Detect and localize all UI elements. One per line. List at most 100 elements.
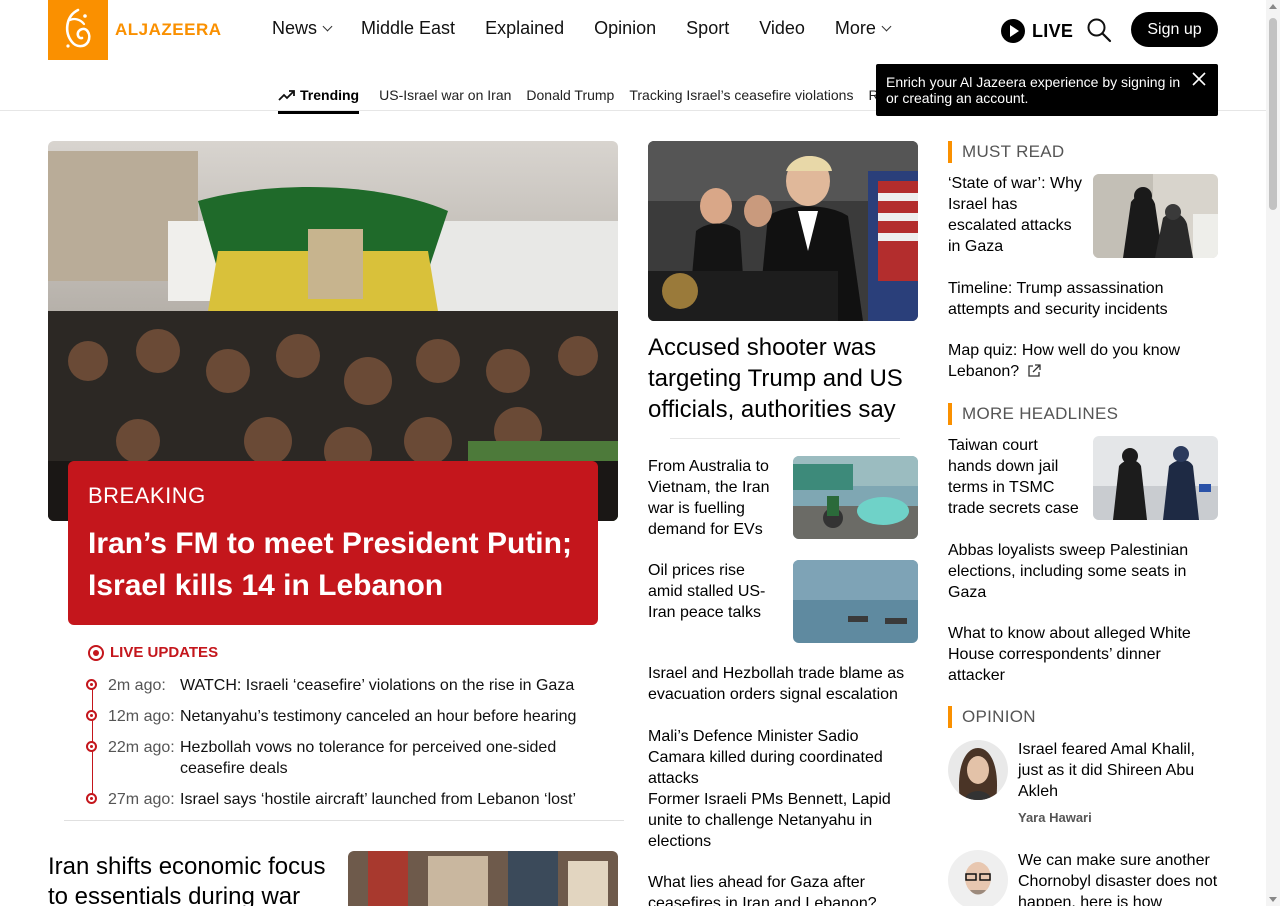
trending-bar: Trending US-Israel war on Iran Donald Tr… xyxy=(278,76,886,114)
play-icon xyxy=(1001,19,1025,43)
live-updates-header[interactable]: LIVE UPDATES xyxy=(88,644,608,661)
nav-label: Explained xyxy=(485,18,565,38)
trending-link[interactable]: Tracking Israel’s ceasefire violations xyxy=(629,87,853,103)
scroll-down-icon[interactable] xyxy=(1269,897,1277,902)
opinion-headline[interactable]: Israel feared Amal Khalil, just as it di… xyxy=(1018,739,1218,802)
aljazeera-logo-icon[interactable] xyxy=(48,0,108,60)
nav-label: Opinion xyxy=(594,18,657,38)
breaking-headline[interactable]: Iran’s FM to meet President Putin; Israe… xyxy=(88,523,578,607)
story-thumbnail[interactable] xyxy=(1093,174,1218,258)
lead-story-image[interactable] xyxy=(648,141,918,321)
story-headline[interactable]: Timeline: Trump assassination attempts a… xyxy=(948,278,1218,320)
trending-tab[interactable]: Trending xyxy=(278,87,360,114)
nav-sport[interactable]: Sport xyxy=(686,18,729,39)
page-scrollbar[interactable] xyxy=(1266,0,1280,906)
trending-links: US-Israel war on Iran Donald Trump Track… xyxy=(379,87,886,103)
story-headline[interactable]: What to know about alleged White House c… xyxy=(948,623,1218,686)
main-nav: News Middle East Explained Opinion Sport… xyxy=(272,18,892,39)
chevron-down-icon xyxy=(881,21,892,32)
update-time: 27m ago: xyxy=(108,791,175,808)
scroll-thumb[interactable] xyxy=(1269,18,1277,210)
search-button[interactable] xyxy=(1086,17,1112,43)
story-headline[interactable]: What lies ahead for Gaza after ceasefire… xyxy=(648,872,918,906)
update-text[interactable]: Israel says ‘hostile aircraft’ launched … xyxy=(180,789,576,810)
story-image[interactable] xyxy=(348,851,618,906)
story-thumbnail[interactable] xyxy=(793,456,918,539)
nav-opinion[interactable]: Opinion xyxy=(594,18,656,39)
opinion-heading: OPINION xyxy=(948,706,1036,728)
nav-news[interactable]: News xyxy=(272,18,333,39)
nav-video[interactable]: Video xyxy=(759,18,805,39)
live-updates-label: LIVE UPDATES xyxy=(110,644,219,661)
timeline-dot-icon xyxy=(86,710,97,721)
story-headline[interactable]: Israel and Hezbollah trade blame as evac… xyxy=(648,663,918,705)
section-divider xyxy=(64,820,624,821)
timeline-dot-icon xyxy=(86,793,97,804)
section-accent xyxy=(948,706,952,728)
section-label: MUST READ xyxy=(962,142,1065,161)
story-headline[interactable]: Oil prices rise amid stalled US-Iran pea… xyxy=(648,560,778,623)
story-thumbnail[interactable] xyxy=(793,560,918,643)
live-button[interactable]: LIVE xyxy=(1001,19,1073,43)
must-read-heading: MUST READ xyxy=(948,141,1065,163)
story-headline[interactable]: Abbas loyalists sweep Palestinian electi… xyxy=(948,540,1218,603)
sign-up-button[interactable]: Sign up xyxy=(1131,12,1218,47)
section-divider xyxy=(670,438,900,439)
trending-link[interactable]: Donald Trump xyxy=(526,87,614,103)
trending-label: Trending xyxy=(300,87,360,103)
story-headline-external[interactable]: Map quiz: How well do you know Lebanon? xyxy=(948,340,1218,382)
update-text[interactable]: WATCH: Israeli ‘ceasefire’ violations on… xyxy=(180,675,574,696)
lead-story-headline[interactable]: Accused shooter was targeting Trump and … xyxy=(648,332,918,425)
section-label: OPINION xyxy=(962,707,1036,726)
story-headline[interactable]: Former Israeli PMs Bennett, Lapid unite … xyxy=(648,789,918,852)
nav-label: Video xyxy=(759,18,805,38)
nav-label: Sport xyxy=(686,18,730,38)
section-accent xyxy=(948,403,952,425)
live-dot-icon xyxy=(88,644,104,661)
nav-middle-east[interactable]: Middle East xyxy=(361,18,455,39)
section-label: MORE HEADLINES xyxy=(962,404,1119,423)
more-headlines-heading: MORE HEADLINES xyxy=(948,403,1118,425)
opinion-headline[interactable]: We can make sure another Chornobyl disas… xyxy=(1018,850,1218,906)
close-icon[interactable] xyxy=(1192,72,1206,86)
chevron-down-icon xyxy=(322,21,333,32)
search-icon xyxy=(1087,18,1112,43)
trending-up-icon xyxy=(278,90,295,101)
breaking-label: BREAKING xyxy=(88,483,206,508)
live-label: LIVE xyxy=(1032,20,1074,41)
author-avatar[interactable] xyxy=(948,740,1008,800)
story-headline[interactable]: Iran shifts economic focus to essentials… xyxy=(48,852,338,906)
external-link-icon xyxy=(1027,364,1041,377)
nav-explained[interactable]: Explained xyxy=(485,18,564,39)
update-time: 22m ago: xyxy=(108,739,175,756)
toast-text: Enrich your Al Jazeera experience by sig… xyxy=(886,74,1181,106)
live-update-item[interactable]: 22m ago: Hezbollah vows no tolerance for… xyxy=(86,737,588,779)
trending-link[interactable]: US-Israel war on Iran xyxy=(379,87,511,103)
author-avatar[interactable] xyxy=(948,850,1008,906)
update-text[interactable]: Netanyahu’s testimony canceled an hour b… xyxy=(180,706,576,727)
live-update-item[interactable]: 12m ago: Netanyahu’s testimony canceled … xyxy=(86,706,576,727)
live-updates: LIVE UPDATES xyxy=(88,644,608,661)
headline-text: Map quiz: How well do you know Lebanon? xyxy=(948,342,1181,380)
breaking-news-card[interactable]: BREAKING Iran’s FM to meet President Put… xyxy=(68,461,598,625)
update-time: 2m ago: xyxy=(108,677,166,694)
author-name[interactable]: Yara Hawari xyxy=(1018,810,1092,825)
timeline-dot-icon xyxy=(86,741,97,752)
update-text[interactable]: Hezbollah vows no tolerance for perceive… xyxy=(180,737,580,779)
live-update-item[interactable]: 27m ago: Israel says ‘hostile aircraft’ … xyxy=(86,789,576,810)
story-headline[interactable]: ‘State of war’: Why Israel has escalated… xyxy=(948,173,1083,257)
logo-wordmark[interactable]: ALJAZEERA xyxy=(115,20,222,40)
live-update-item[interactable]: 2m ago: WATCH: Israeli ‘ceasefire’ viola… xyxy=(86,675,574,696)
update-time: 12m ago: xyxy=(108,708,175,725)
scroll-up-icon[interactable] xyxy=(1269,4,1277,9)
signin-toast: Enrich your Al Jazeera experience by sig… xyxy=(876,64,1218,116)
nav-label: News xyxy=(272,18,318,38)
story-headline[interactable]: From Australia to Vietnam, the Iran war … xyxy=(648,456,778,540)
nav-more[interactable]: More xyxy=(834,18,892,39)
nav-label: Middle East xyxy=(361,18,456,38)
story-headline[interactable]: Mali’s Defence Minister Sadio Camara kil… xyxy=(648,726,918,789)
story-thumbnail[interactable] xyxy=(1093,436,1218,520)
nav-label: More xyxy=(834,18,876,38)
timeline-dot-icon xyxy=(86,679,97,690)
story-headline[interactable]: Taiwan court hands down jail terms in TS… xyxy=(948,435,1083,519)
